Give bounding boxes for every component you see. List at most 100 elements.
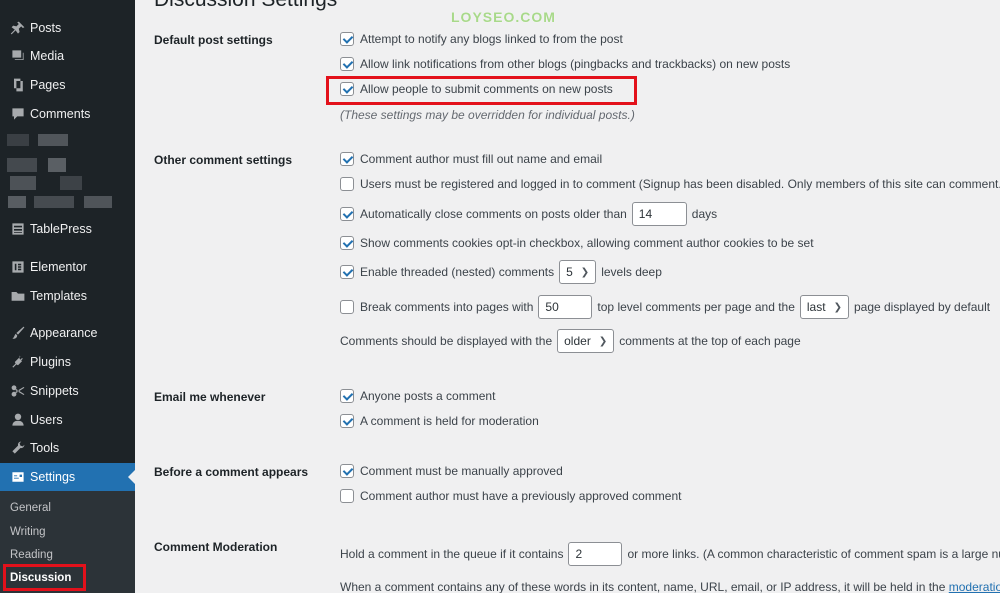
sidebar-item-label: Settings [30,470,76,484]
chevron-down-icon: ❯ [580,266,590,278]
comments-per-page-input[interactable]: 50 [538,295,593,319]
section-label-default-post: Default post settings [154,33,273,47]
option-label: or more links. (A common characteristic … [627,547,1000,561]
option-threaded[interactable]: Enable threaded (nested) comments 5 ❯ le… [340,260,662,284]
sidebar-item-media[interactable]: Media [0,42,135,70]
sidebar-item-label: Plugins [30,355,71,369]
checkbox[interactable] [340,265,354,279]
section-label-before-appears: Before a comment appears [154,465,309,479]
option-label: days [691,207,718,221]
checkbox[interactable] [340,236,354,250]
option-previously-approved[interactable]: Comment author must have a previously ap… [340,489,682,503]
option-label: comments at the top of each page [619,334,801,348]
sidebar-item-settings[interactable]: Settings [0,463,135,491]
option-label: Comment must be manually approved [360,464,563,478]
checkbox[interactable] [340,57,354,71]
sidebar-item-label: Pages [30,78,66,92]
table-icon [0,215,30,243]
settings-hint: (These settings may be overridden for in… [340,108,635,122]
option-cookies[interactable]: Show comments cookies opt-in checkbox, a… [340,236,814,250]
checkbox[interactable] [340,177,354,191]
thread-depth-select[interactable]: 5 ❯ [559,260,597,284]
sidebar-item-label: Tools [30,441,60,455]
sidebar-item-tablepress[interactable]: TablePress [0,215,135,243]
sidebar-item-elementor[interactable]: Elementor [0,253,135,281]
checkbox[interactable] [340,389,354,403]
option-label: Hold a comment in the queue if it contai… [340,547,564,561]
sidebar-item-label: Users [30,413,63,427]
sidebar-item-pages[interactable]: Pages [0,71,135,99]
section-label-moderation: Comment Moderation [154,540,278,554]
sidebar-item-templates[interactable]: Templates [0,282,135,310]
option-link-queue: Hold a comment in the queue if it contai… [340,542,1000,566]
submenu-item-writing[interactable]: Writing [10,526,46,538]
sidebar-item-snippets[interactable]: Snippets [0,377,135,405]
comment-order-select[interactable]: older ❯ [557,329,615,353]
option-label: Comment author must fill out name and em… [360,152,603,166]
current-menu-arrow [128,470,135,484]
option-pingbacks[interactable]: Allow link notifications from other blog… [340,57,790,71]
sidebar-item-label: Snippets [30,384,79,398]
default-page-select[interactable]: last ❯ [799,295,849,319]
option-auto-close[interactable]: Automatically close comments on posts ol… [340,202,717,226]
checkbox[interactable] [340,489,354,503]
sidebar-item-comments[interactable]: Comments [0,100,135,128]
auto-close-days-input[interactable]: 14 [631,202,687,226]
checkbox[interactable] [340,207,354,221]
sidebar-item-label: Elementor [30,260,87,274]
sidebar-item-appearance[interactable]: Appearance [0,319,135,347]
sidebar-item-label: Templates [30,289,87,303]
option-label: Comments should be displayed with the [340,334,553,348]
option-label: Comment author must have a previously ap… [360,489,682,503]
scissors-icon [0,377,30,405]
sidebar-item-tools[interactable]: Tools [0,434,135,462]
sidebar-item-label: Posts [30,21,62,35]
submenu-item-general[interactable]: General [10,502,51,514]
chevron-down-icon: ❯ [598,335,608,347]
select-value: last [806,300,826,314]
folder-icon [0,282,30,310]
elementor-icon [0,253,30,281]
checkbox[interactable] [340,152,354,166]
option-label: Enable threaded (nested) comments [360,265,555,279]
checkbox[interactable] [340,464,354,478]
chevron-down-icon: ❯ [833,301,842,313]
section-label-email: Email me whenever [154,390,266,404]
option-label: page displayed by default [853,300,991,314]
sidebar-item-label: Appearance [30,326,98,340]
option-manual-approval[interactable]: Comment must be manually approved [340,464,563,478]
option-email-moderation[interactable]: A comment is held for moderation [340,414,539,428]
option-label: top level comments per page and the [597,300,795,314]
option-label: When a comment contains any of these wor… [340,580,946,593]
section-label-other-comment: Other comment settings [154,153,293,167]
submenu-item-reading[interactable]: Reading [10,549,53,561]
wrench-icon [0,434,30,462]
settings-icon [0,463,30,491]
checkbox[interactable] [340,300,354,314]
pin-icon [0,14,30,42]
option-label: Users must be registered and logged in t… [360,177,1000,191]
sidebar-item-plugins[interactable]: Plugins [0,348,135,376]
option-email-any-comment[interactable]: Anyone posts a comment [340,389,495,403]
comment-icon [0,100,30,128]
sidebar-item-posts[interactable]: Posts [0,14,135,42]
sidebar-item-users[interactable]: Users [0,406,135,434]
checkbox[interactable] [340,32,354,46]
option-name-email[interactable]: Comment author must fill out name and em… [340,152,602,166]
option-label: A comment is held for moderation [360,414,539,428]
max-links-input[interactable]: 2 [568,542,623,566]
option-label: Attempt to notify any blogs linked to fr… [360,32,623,46]
option-label: Allow link notifications from other blog… [360,57,791,71]
option-paged-comments[interactable]: Break comments into pages with 50 top le… [340,295,990,319]
option-notify-blogs[interactable]: Attempt to notify any blogs linked to fr… [340,32,623,46]
option-comment-order: Comments should be displayed with the ol… [340,329,801,353]
option-registered[interactable]: Users must be registered and logged in t… [340,177,1000,191]
checkbox[interactable] [340,414,354,428]
moderation-queue-link[interactable]: moderation q [949,580,1000,593]
option-label: Show comments cookies opt-in checkbox, a… [360,236,814,250]
sidebar-item-label: Media [30,49,65,63]
admin-sidebar: Posts Media Pages Comments TablePress El… [0,0,135,593]
select-value: older [564,334,591,348]
highlight-box [3,564,86,591]
sidebar-item-label: TablePress [30,222,92,236]
